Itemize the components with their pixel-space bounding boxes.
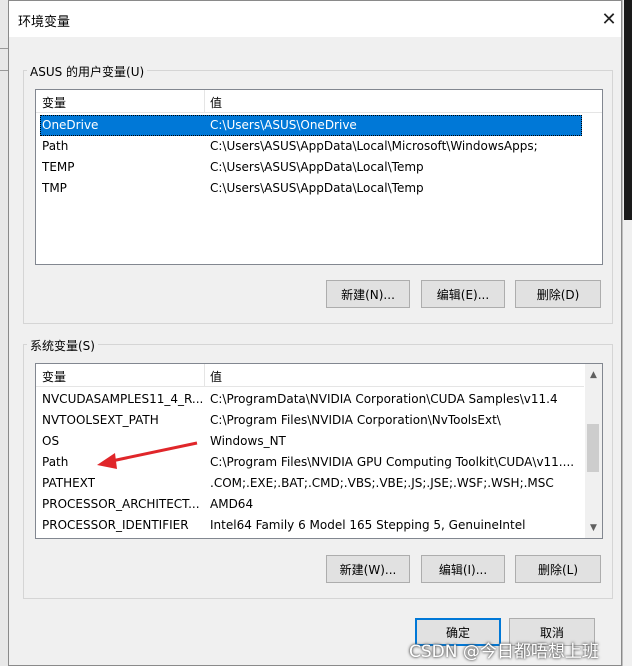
system-variable-value: .COM;.EXE;.BAT;.CMD;.VBS;.VBE;.JS;.JSE;.… bbox=[210, 476, 554, 490]
system-variable-name: OS bbox=[42, 434, 60, 448]
scroll-down-icon[interactable]: ▼ bbox=[585, 519, 602, 536]
background-window-right bbox=[622, 0, 632, 666]
system-variable-row[interactable]: NVTOOLSEXT_PATH C:\Program Files\NVIDIA … bbox=[36, 410, 584, 431]
user-variable-name: TMP bbox=[42, 181, 67, 195]
system-variable-name: NVCUDASAMPLES11_4_R... bbox=[42, 392, 204, 406]
user-variable-row[interactable]: TMP C:\Users\ASUS\AppData\Local\Temp bbox=[36, 178, 596, 199]
user-variable-value: C:\Users\ASUS\OneDrive bbox=[210, 118, 357, 132]
system-variable-name: NVTOOLSEXT_PATH bbox=[42, 413, 159, 427]
red-arrow-annotation bbox=[97, 441, 198, 469]
system-list-header: 变量 值 bbox=[36, 364, 584, 387]
system-col-variable[interactable]: 变量 bbox=[42, 368, 66, 385]
dialog-title: 环境变量 bbox=[18, 15, 71, 30]
system-col-value[interactable]: 值 bbox=[210, 368, 222, 385]
user-variables-list[interactable]: 变量 值 OneDrive C:\Users\ASUS\OneDrive Pat… bbox=[35, 89, 603, 265]
system-variable-row[interactable]: NVCUDASAMPLES11_4_R... C:\ProgramData\NV… bbox=[36, 389, 584, 410]
background-dark-panel bbox=[624, 0, 632, 220]
csdn-watermark: CSDN @今日都唔想上班 bbox=[409, 642, 599, 662]
user-list-header: 变量 值 bbox=[36, 90, 602, 113]
system-edit-button[interactable]: 编辑(I)... bbox=[421, 555, 505, 583]
user-delete-button[interactable]: 删除(D) bbox=[515, 280, 601, 308]
system-variables-label: 系统变量(S) bbox=[27, 337, 98, 354]
user-variables-label: ASUS 的用户变量(U) bbox=[27, 63, 148, 80]
system-variable-value: AMD64 bbox=[210, 497, 254, 511]
system-variable-name: Path bbox=[42, 455, 69, 469]
system-variable-row[interactable]: PROCESSOR_IDENTIFIER Intel64 Family 6 Mo… bbox=[36, 515, 584, 536]
title-bar: 环境变量 ✕ bbox=[9, 1, 621, 37]
user-variable-row[interactable]: Path C:\Users\ASUS\AppData\Local\Microso… bbox=[36, 136, 596, 157]
system-variable-name: PROCESSOR_IDENTIFIER bbox=[42, 518, 189, 532]
system-variable-value: Intel64 Family 6 Model 165 Stepping 5, G… bbox=[210, 518, 526, 532]
system-list-scrollbar[interactable]: ▲ ▼ bbox=[585, 364, 602, 538]
user-variable-name: Path bbox=[42, 139, 69, 153]
system-variable-row[interactable]: PATHEXT .COM;.EXE;.BAT;.CMD;.VBS;.VBE;.J… bbox=[36, 473, 584, 494]
environment-variables-dialog: 环境变量 ✕ ASUS 的用户变量(U) 变量 值 OneDrive C:\Us… bbox=[8, 0, 622, 666]
user-variable-value: C:\Users\ASUS\AppData\Local\Temp bbox=[210, 181, 424, 195]
system-variable-name: PATHEXT bbox=[42, 476, 96, 490]
user-variable-row[interactable]: OneDrive C:\Users\ASUS\OneDrive bbox=[40, 115, 582, 136]
system-variable-row[interactable]: PROCESSOR_ARCHITECT... AMD64 bbox=[36, 494, 584, 515]
system-delete-button[interactable]: 删除(L) bbox=[515, 555, 601, 583]
scrollbar-thumb[interactable] bbox=[587, 424, 599, 472]
system-variable-value: C:\ProgramData\NVIDIA Corporation\CUDA S… bbox=[210, 392, 558, 406]
system-variable-value: Windows_NT bbox=[210, 434, 286, 448]
user-variable-name: OneDrive bbox=[42, 118, 99, 132]
close-icon[interactable]: ✕ bbox=[597, 7, 621, 31]
user-variable-row[interactable]: TEMP C:\Users\ASUS\AppData\Local\Temp bbox=[36, 157, 596, 178]
system-new-button[interactable]: 新建(W)... bbox=[326, 555, 410, 583]
user-variable-value: C:\Users\ASUS\AppData\Local\Temp bbox=[210, 160, 424, 174]
scroll-up-icon[interactable]: ▲ bbox=[585, 366, 602, 383]
user-edit-button[interactable]: 编辑(E)... bbox=[421, 280, 505, 308]
user-new-button[interactable]: 新建(N)... bbox=[326, 280, 410, 308]
system-variable-value: C:\Program Files\NVIDIA GPU Computing To… bbox=[210, 455, 575, 469]
system-variable-value: C:\Program Files\NVIDIA Corporation\NvTo… bbox=[210, 413, 501, 427]
user-col-variable[interactable]: 变量 bbox=[42, 94, 66, 111]
system-variable-name: PROCESSOR_ARCHITECT... bbox=[42, 497, 200, 511]
user-variable-name: TEMP bbox=[42, 160, 75, 174]
user-col-value[interactable]: 值 bbox=[210, 94, 222, 111]
user-variable-value: C:\Users\ASUS\AppData\Local\Microsoft\Wi… bbox=[210, 139, 538, 153]
